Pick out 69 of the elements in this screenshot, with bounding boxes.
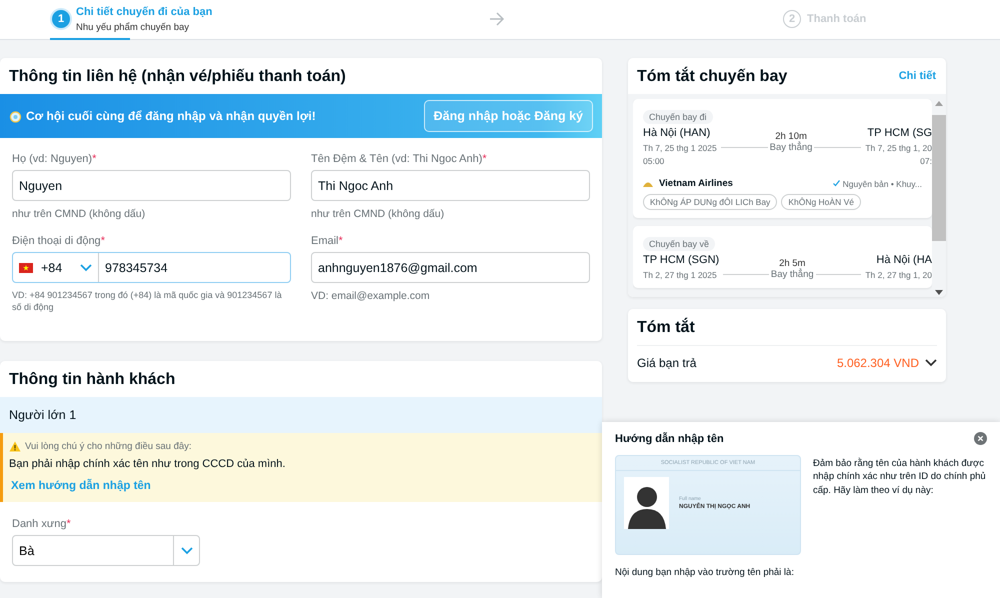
fare-badge: KhÔNg ÁP DUNg đÔI LICh Bay — [643, 194, 778, 210]
step-number: 1 — [52, 10, 70, 28]
required-mark: * — [100, 235, 105, 248]
phone-field[interactable]: +84 978345734 — [12, 252, 291, 284]
popup-footer-text: Nội dung bạn nhập vào trường tên phải là: — [615, 567, 795, 578]
title-select[interactable]: Bà — [12, 535, 200, 566]
phone-value: 978345734 — [104, 260, 169, 275]
field-label: Email* — [311, 235, 344, 248]
flight-duration: 2h 10m — [775, 131, 807, 142]
flight-tag: Chuyến bay về — [643, 237, 716, 251]
departure-time: 05:00 — [643, 156, 666, 166]
arrival-city: TP HCM (SG — [866, 127, 932, 139]
price-amount: 5.062.304 VND — [836, 356, 919, 370]
fare-type: Nguyên bản • Khuy... — [842, 178, 922, 188]
required-mark: * — [338, 235, 343, 248]
flight-tag: Chuyến bay đi — [643, 110, 713, 124]
departure-date: Th 7, 25 thg 1 2025 — [643, 143, 717, 153]
required-mark: * — [92, 153, 96, 165]
country-code: +84 — [41, 260, 64, 275]
chevron-down-icon — [180, 546, 192, 555]
airline-logo-icon — [643, 180, 653, 187]
check-icon — [832, 180, 840, 187]
required-mark: * — [66, 518, 71, 530]
notice-text: Bạn phải nhập chính xác tên như trong CCCD của mình. — [9, 458, 286, 470]
notice-heading: Vui lòng chú ý cho những điều sau đây: — [25, 441, 192, 452]
field-label: Họ (vd: Nguyen)* — [12, 153, 98, 165]
arrow-right-icon — [489, 12, 505, 26]
departure-city: TP HCM (SGN) — [643, 254, 720, 266]
section-title: Thông tin hành khách — [8, 370, 176, 390]
field-hint: như trên CMND (không dấu) — [311, 207, 446, 222]
section-title: Tóm tắt chuyến bay — [636, 66, 788, 87]
arrival-date: Th 7, 25 thg 1, 20 — [865, 143, 932, 153]
field-hint: VD: +84 901234567 trong đó (+84) là mã quốc gia và 901234567 là số di động — [12, 289, 283, 314]
step-title: Chi tiết chuyến đi của bạn — [76, 6, 212, 18]
field-label: Danh xưng* — [12, 518, 72, 530]
flight-type: Bay thẳng — [770, 269, 814, 280]
arrival-city: Hà Nội (HA — [875, 254, 932, 266]
section-title: Tóm tắt — [636, 316, 696, 338]
input-field[interactable]: Nguyen — [12, 170, 291, 201]
passenger-group-title: Người lớn 1 — [0, 397, 602, 434]
banner-text: Cơ hội cuối cùng để đăng nhập và nhận quyền lợi! — [26, 109, 316, 123]
scroll-down-icon[interactable] — [935, 290, 943, 295]
airline-name: Vietnam Airlines — [659, 178, 733, 189]
popup-text: Đảm bảo rằng tên của hành khách được nhập chính xác như trên ID do chính phủ cấp. Hãy làm theo ví dụ này: — [812, 457, 987, 498]
arrival-date: Th 2, 27 thg 1, 20 — [865, 270, 932, 280]
field-label: Tên Đệm & Tên (vd: Thi Ngoc Anh)* — [311, 153, 488, 165]
field-hint: VD: email@example.com — [311, 289, 431, 304]
coin-icon — [9, 110, 22, 122]
price-label: Giá bạn trả — [637, 356, 696, 370]
input-field[interactable]: Thi Ngoc Anh — [311, 170, 590, 201]
field-hint: như trên CMND (không dấu) — [12, 207, 146, 222]
required-mark: * — [482, 153, 487, 165]
close-icon[interactable] — [974, 432, 987, 445]
fare-badge: KhÔNg HoÀN Vé — [781, 194, 861, 210]
section-title: Thông tin liên hệ (nhận vé/phiếu thanh toán) — [8, 67, 347, 87]
departure-date: Th 2, 27 thg 1 2025 — [643, 270, 718, 280]
flight-type: Bay thẳng — [770, 142, 812, 153]
chevron-down-icon — [80, 264, 92, 272]
chevron-down-icon — [925, 359, 937, 367]
step-subtitle: Nhu yếu phẩm chuyến bay — [76, 22, 190, 33]
flag-icon — [19, 262, 33, 273]
input-field[interactable]: anhnguyen1876@gmail.com — [311, 252, 590, 284]
field-label: Điện thoại di động* — [12, 235, 106, 248]
flight-duration: 2h 5m — [779, 258, 806, 269]
warning-icon — [9, 441, 21, 452]
departure-city: Hà Nội (HAN) — [643, 127, 712, 139]
arrival-time: 07: — [919, 156, 932, 166]
scrollbar[interactable] — [932, 99, 946, 297]
popup-title: Hướng dẫn nhập tên — [615, 432, 724, 444]
